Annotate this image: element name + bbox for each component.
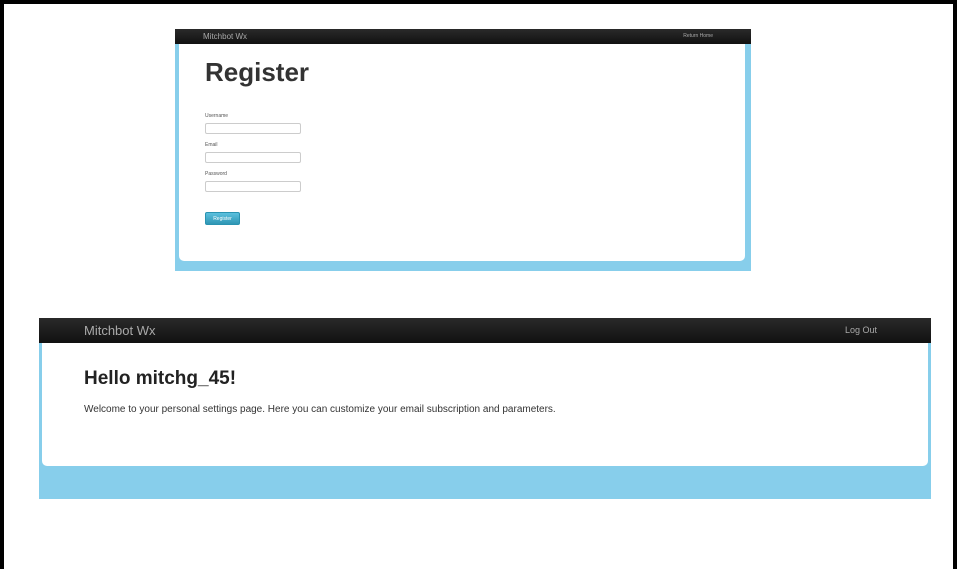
navbar-brand[interactable]: Mitchbot Wx [84,318,156,343]
register-screenshot: Mitchbot Wx Return Home Register Usernam… [175,29,751,271]
welcome-message: Welcome to your personal settings page. … [84,404,556,415]
password-input[interactable] [205,181,301,192]
register-button[interactable]: Register [205,212,240,225]
username-input[interactable] [205,123,301,134]
navbar-brand[interactable]: Mitchbot Wx [203,29,247,44]
settings-navbar: Mitchbot Wx Log Out [39,318,931,343]
email-label: Email [205,142,218,148]
email-input[interactable] [205,152,301,163]
greeting-heading: Hello mitchg_45! [84,368,237,389]
register-panel: Register Username Email Password Registe… [179,44,745,261]
username-label: Username [205,113,229,119]
page-title: Register [205,57,310,87]
settings-panel: Hello mitchg_45! Welcome to your persona… [42,343,928,466]
settings-screenshot: Mitchbot Wx Log Out Hello mitchg_45! Wel… [39,318,931,499]
return-home-link[interactable]: Return Home [683,29,713,44]
register-navbar: Mitchbot Wx Return Home [175,29,751,44]
password-label: Password [205,171,227,177]
log-out-link[interactable]: Log Out [845,318,877,343]
